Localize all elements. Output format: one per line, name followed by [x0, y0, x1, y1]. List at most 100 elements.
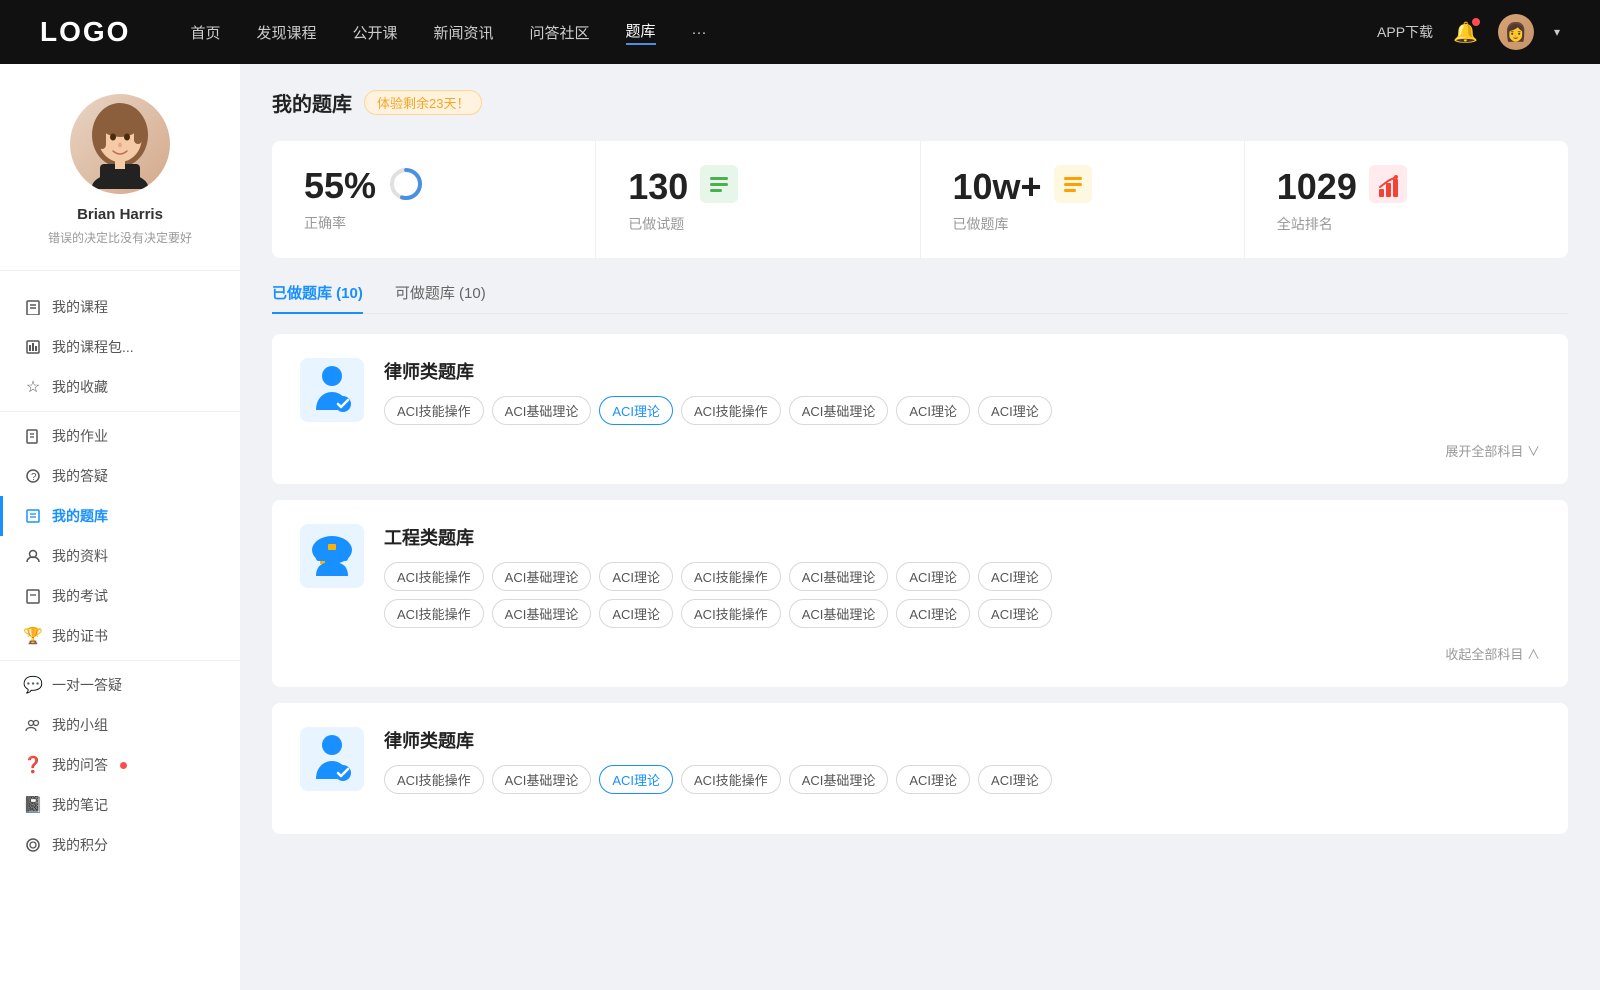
sidebar: Brian Harris 错误的决定比没有决定要好 我的课程 我的课程包... … — [0, 64, 240, 990]
page-title-row: 我的题库 体验剩余23天！ — [272, 88, 1568, 117]
profile-label: 我的资料 — [52, 546, 108, 566]
notification-dot — [1472, 18, 1480, 26]
tag-1-6[interactable]: ACI理论 — [896, 396, 970, 425]
divider-1 — [0, 411, 240, 412]
avatar-chevron[interactable]: ▾ — [1554, 25, 1560, 39]
tag-2a-3[interactable]: ACI理论 — [599, 562, 673, 591]
tag-1-7[interactable]: ACI理论 — [978, 396, 1052, 425]
sidebar-item-packages[interactable]: 我的课程包... — [0, 327, 240, 367]
stat-done-questions: 130 已做试题 — [596, 141, 920, 258]
tag-1-4[interactable]: ACI技能操作 — [681, 396, 781, 425]
collapse-link-2[interactable]: 收起全部科目 ∧ — [300, 644, 1540, 663]
tag-1-2[interactable]: ACI基础理论 — [492, 396, 592, 425]
tags-row-3: ACI技能操作 ACI基础理论 ACI理论 ACI技能操作 ACI基础理论 AC… — [384, 765, 1540, 794]
qbank-card-lawyer-2: 律师类题库 ACI技能操作 ACI基础理论 ACI理论 ACI技能操作 ACI基… — [272, 703, 1568, 834]
courses-icon — [24, 298, 42, 316]
tag-2a-4[interactable]: ACI技能操作 — [681, 562, 781, 591]
nav-discover[interactable]: 发现课程 — [256, 22, 316, 43]
nav-home[interactable]: 首页 — [190, 22, 220, 43]
qbank-header-3: 律师类题库 ACI技能操作 ACI基础理论 ACI理论 ACI技能操作 ACI基… — [300, 727, 1540, 794]
sidebar-item-cert[interactable]: 🏆 我的证书 — [0, 616, 240, 656]
nav-qa[interactable]: 问答社区 — [530, 22, 590, 43]
homework-label: 我的作业 — [52, 426, 108, 446]
courses-label: 我的课程 — [52, 297, 108, 317]
homework-icon — [24, 427, 42, 445]
tag-2b-7[interactable]: ACI理论 — [978, 599, 1052, 628]
stat-accuracy-label: 正确率 — [304, 213, 346, 233]
sidebar-username: Brian Harris — [77, 206, 163, 223]
tag-3-2[interactable]: ACI基础理论 — [492, 765, 592, 794]
tag-2a-1[interactable]: ACI技能操作 — [384, 562, 484, 591]
nav-news[interactable]: 新闻资讯 — [434, 22, 494, 43]
trial-badge: 体验剩余23天！ — [364, 90, 482, 115]
qbank-title-3: 律师类题库 — [384, 727, 1540, 753]
tag-3-7[interactable]: ACI理论 — [978, 765, 1052, 794]
tag-2b-2[interactable]: ACI基础理论 — [492, 599, 592, 628]
avatar-face: 👩 — [1498, 14, 1534, 50]
stat-accuracy-row: 55% — [304, 165, 424, 207]
tag-2a-2[interactable]: ACI基础理论 — [492, 562, 592, 591]
tag-1-3[interactable]: ACI理论 — [599, 396, 673, 425]
sidebar-item-myqa[interactable]: ❓ 我的问答 — [0, 745, 240, 785]
sidebar-item-notes[interactable]: 📓 我的笔记 — [0, 785, 240, 825]
tag-3-6[interactable]: ACI理论 — [896, 765, 970, 794]
nav-more[interactable]: ··· — [692, 24, 707, 41]
tag-2b-3[interactable]: ACI理论 — [599, 599, 673, 628]
app-download-button[interactable]: APP下载 — [1377, 22, 1433, 42]
qbank-icon-engineer — [300, 524, 364, 588]
sidebar-item-courses[interactable]: 我的课程 — [0, 287, 240, 327]
tag-2b-5[interactable]: ACI基础理论 — [789, 599, 889, 628]
tag-2b-6[interactable]: ACI理论 — [896, 599, 970, 628]
tab-available[interactable]: 可做题库 (10) — [395, 282, 486, 313]
tag-1-1[interactable]: ACI技能操作 — [384, 396, 484, 425]
tag-3-4[interactable]: ACI技能操作 — [681, 765, 781, 794]
qbank-card-lawyer-1: 律师类题库 ACI技能操作 ACI基础理论 ACI理论 ACI技能操作 ACI基… — [272, 334, 1568, 484]
sidebar-item-exam[interactable]: 我的考试 — [0, 576, 240, 616]
qbank-content-1: 律师类题库 ACI技能操作 ACI基础理论 ACI理论 ACI技能操作 ACI基… — [384, 358, 1540, 425]
tag-2a-6[interactable]: ACI理论 — [896, 562, 970, 591]
tags-row-2a: ACI技能操作 ACI基础理论 ACI理论 ACI技能操作 ACI基础理论 AC… — [384, 562, 1540, 591]
myqa-notification-dot — [120, 762, 127, 769]
sidebar-item-homework[interactable]: 我的作业 — [0, 416, 240, 456]
group-label: 我的小组 — [52, 715, 108, 735]
sidebar-item-points[interactable]: 我的积分 — [0, 825, 240, 865]
qbank-icon — [24, 507, 42, 525]
qbank-card-engineer: 工程类题库 ACI技能操作 ACI基础理论 ACI理论 ACI技能操作 ACI基… — [272, 500, 1568, 687]
sidebar-item-favorites[interactable]: ☆ 我的收藏 — [0, 367, 240, 407]
qbank-icon-lawyer-2 — [300, 727, 364, 791]
sidebar-item-1on1[interactable]: 💬 一对一答疑 — [0, 665, 240, 705]
sidebar-item-qbank[interactable]: 我的题库 — [0, 496, 240, 536]
cert-label: 我的证书 — [52, 626, 108, 646]
tag-3-1[interactable]: ACI技能操作 — [384, 765, 484, 794]
svg-text:?: ? — [31, 472, 37, 483]
stat-db-value: 10w+ — [953, 166, 1042, 208]
stat-accuracy-value: 55% — [304, 165, 376, 207]
stat-dq-value: 130 — [628, 166, 688, 208]
tag-2a-7[interactable]: ACI理论 — [978, 562, 1052, 591]
qbank-title-2: 工程类题库 — [384, 524, 1540, 550]
tag-3-3[interactable]: ACI理论 — [599, 765, 673, 794]
tab-done[interactable]: 已做题库 (10) — [272, 282, 363, 313]
nav-open-course[interactable]: 公开课 — [352, 22, 397, 43]
navbar-nav: 首页 发现课程 公开课 新闻资讯 问答社区 题库 ··· — [190, 20, 1377, 45]
sidebar-item-profile[interactable]: 我的资料 — [0, 536, 240, 576]
nav-qbank[interactable]: 题库 — [626, 20, 656, 45]
favorites-label: 我的收藏 — [52, 377, 108, 397]
avatar[interactable]: 👩 — [1498, 14, 1534, 50]
divider-2 — [0, 660, 240, 661]
sidebar-item-qa[interactable]: ? 我的答疑 — [0, 456, 240, 496]
stat-dq-icon — [700, 165, 738, 208]
layout: Brian Harris 错误的决定比没有决定要好 我的课程 我的课程包... … — [0, 64, 1600, 990]
sidebar-item-group[interactable]: 我的小组 — [0, 705, 240, 745]
tag-2b-1[interactable]: ACI技能操作 — [384, 599, 484, 628]
stat-rank-row: 1029 — [1277, 165, 1407, 208]
tag-3-5[interactable]: ACI基础理论 — [789, 765, 889, 794]
tag-1-5[interactable]: ACI基础理论 — [789, 396, 889, 425]
1on1-icon: 💬 — [24, 676, 42, 694]
notification-bell[interactable]: 🔔 — [1453, 20, 1478, 45]
avatar-image — [70, 94, 170, 194]
tag-2b-4[interactable]: ACI技能操作 — [681, 599, 781, 628]
expand-link-1[interactable]: 展开全部科目 ∨ — [300, 441, 1540, 460]
tag-2a-5[interactable]: ACI基础理论 — [789, 562, 889, 591]
1on1-label: 一对一答疑 — [52, 675, 122, 695]
